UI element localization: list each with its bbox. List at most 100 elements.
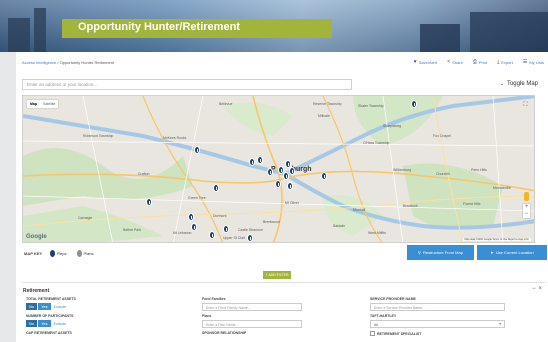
total-assets-exclude-link[interactable]: Exclude (54, 305, 66, 309)
retirement-specialist-label: RETIREMENT SPECIALIST (377, 331, 422, 336)
print-label: Print (478, 59, 488, 65)
plans-input[interactable]: Enter a Plan Name... (202, 320, 302, 328)
map-label: Green Tree (188, 196, 206, 200)
share-icon: < (447, 59, 451, 65)
plans-label: Plans (202, 314, 212, 318)
map-pin-rep[interactable] (275, 180, 281, 188)
banner-building (420, 24, 460, 52)
export-icon: ⤓ (497, 59, 500, 65)
map-label: McKees Rocks (163, 136, 187, 140)
map-label: Baldwin (333, 224, 346, 228)
map-label: O'Hara Township (363, 141, 390, 145)
map-label: Carnegie (78, 216, 93, 220)
checkbox-box[interactable] (370, 331, 375, 336)
share-label: Share (452, 59, 463, 65)
export-button[interactable]: ⤓ Export (497, 59, 513, 65)
map-label: Wilkinsburg (393, 168, 412, 172)
my-lists-label: My Lists (529, 59, 544, 65)
map-type-map[interactable]: Map (27, 100, 40, 108)
map-pin-rep[interactable] (209, 231, 215, 239)
section-title: Retirement (23, 288, 50, 294)
map-pin-rep[interactable] (249, 158, 255, 166)
close-icon[interactable]: × (538, 286, 542, 292)
use-location-label: Use Current Location (495, 250, 534, 255)
participants-label: NUMBER OF PARTICIPANTS (26, 314, 74, 318)
save-alert-button[interactable]: ♥ Save/Alert (414, 59, 437, 65)
chevron-down-icon: ⌄ (499, 81, 504, 87)
map-pin-rep[interactable] (283, 172, 289, 180)
map-pin-rep[interactable] (191, 223, 197, 231)
participants-yes-button[interactable]: Yes (38, 320, 51, 327)
breadcrumb-current: Opportunity Hunter Retirement (59, 60, 115, 65)
sponsor-relationship-label: SPONSOR RELATIONSHIP (202, 331, 247, 335)
map-pin-rep[interactable] (411, 100, 417, 108)
zoom-in-button[interactable]: + (523, 204, 530, 211)
map-label: Braddock (403, 204, 418, 208)
taft-hartley-select[interactable]: All ▾ (370, 320, 505, 328)
map-label: Mt Oliver (285, 201, 299, 205)
plan-pin-icon (76, 250, 82, 257)
list-icon: ☰ (522, 59, 528, 65)
fullscreen-icon[interactable]: ⛶ (522, 102, 529, 109)
map-pin-rep[interactable] (257, 156, 263, 164)
participants-toggle: No Yes Exclude (26, 320, 66, 327)
banner-building (34, 8, 46, 52)
fund-families-input[interactable]: Enter a Fund Family Name... (202, 303, 302, 311)
map-attribution[interactable]: Map data ©2016 Google Terms of Use Repor… (462, 238, 531, 241)
total-assets-yes-button[interactable]: Yes (38, 303, 51, 310)
google-logo: Google (26, 234, 47, 240)
map-pin-rep[interactable] (194, 146, 200, 154)
map-key: MAP KEY Reps Plans (24, 250, 100, 257)
map-pin-rep[interactable] (289, 167, 295, 175)
save-icon: ♥ (413, 59, 417, 65)
header-banner: Opportunity Hunter/Retirement (0, 0, 548, 52)
address-search-input[interactable]: Enter an address or your location... (22, 79, 352, 90)
breadcrumb-root[interactable]: Access Intelligence (22, 60, 56, 65)
print-icon: ⎙ (472, 59, 477, 65)
collapse-icon[interactable]: − (532, 286, 536, 292)
map-pin-rep[interactable] (321, 172, 327, 180)
export-label: Export (501, 59, 513, 65)
toggle-map-button[interactable]: ⌄ Toggle Map (500, 81, 538, 87)
map-pin-rep[interactable] (267, 168, 273, 176)
map-marker-icon: ⚲ (418, 250, 421, 255)
map-label: Millvale (318, 114, 330, 118)
map-key-plans: Plans (76, 250, 94, 257)
section-divider (22, 282, 546, 283)
map-pin-rep[interactable] (287, 182, 293, 190)
map-key-reps: Reps (50, 250, 67, 257)
share-button[interactable]: < Share (447, 59, 463, 65)
banner-building (470, 12, 548, 52)
service-provider-input[interactable]: Enter a Service Provider Name... (370, 303, 505, 311)
street-view-pegman-icon[interactable] (524, 192, 529, 201)
map-pin-rep[interactable] (247, 234, 253, 242)
section-controls: − × (532, 286, 542, 292)
participants-no-button[interactable]: No (26, 320, 38, 327)
map-pin-rep[interactable] (146, 198, 152, 206)
print-button[interactable]: ⎙ Print (473, 59, 487, 65)
map-label: West Mifflin (368, 231, 386, 235)
restructure-from-map-button[interactable]: ⚲ Restructure From Map (407, 245, 474, 260)
map-label: Dormont (213, 214, 227, 218)
map-pin-rep[interactable] (223, 225, 229, 233)
fund-families-label: Fund Families (202, 297, 226, 301)
total-assets-no-button[interactable]: No (26, 303, 38, 310)
map-pin-rep[interactable] (213, 184, 219, 192)
save-alert-label: Save/Alert (418, 59, 438, 65)
map-pin-rep[interactable] (188, 213, 194, 221)
zoom-out-button[interactable]: − (523, 211, 530, 218)
retirement-specialist-checkbox[interactable]: RETIREMENT SPECIALIST (370, 331, 421, 336)
map-type-toggle: Map Satellite (27, 100, 59, 108)
map-key-label: MAP KEY (24, 251, 43, 256)
map-label: Brentwood (263, 220, 280, 224)
map-label: Robinson Township (83, 134, 114, 138)
map-type-satellite[interactable]: Satellite (40, 100, 58, 108)
page-title-bar: Opportunity Hunter/Retirement (62, 19, 332, 38)
rep-pin-icon (50, 250, 56, 257)
use-current-location-button[interactable]: ➤ Use Current Location (477, 245, 547, 260)
add-filter-button[interactable]: + ADD FILTER (263, 271, 291, 279)
my-lists-button[interactable]: ☰ My Lists (523, 59, 544, 65)
map-label: Munhall (353, 208, 366, 212)
participants-exclude-link[interactable]: Exclude (54, 322, 66, 326)
map-view[interactable]: Map Satellite ⛶ Bellevue Reserve Townshi… (22, 95, 535, 243)
